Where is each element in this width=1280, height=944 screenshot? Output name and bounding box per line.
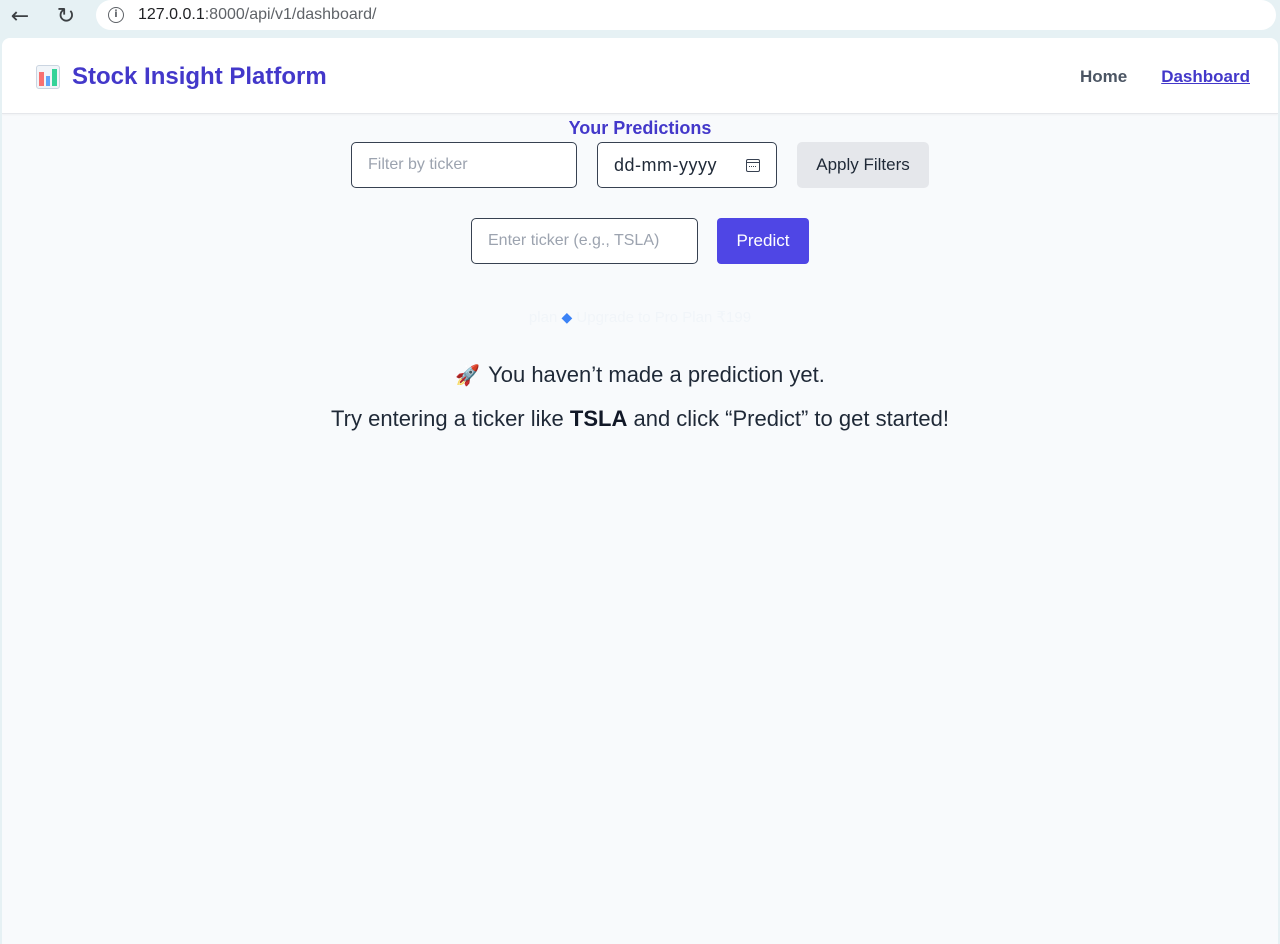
reload-icon[interactable]: ↻ xyxy=(52,2,80,30)
hint-after: and click “Predict” to get started! xyxy=(633,406,949,431)
brand[interactable]: Stock Insight Platform xyxy=(36,63,327,91)
upgrade-banner[interactable]: plan ◆ Upgrade to Pro Plan ₹199 xyxy=(2,308,1278,326)
empty-state-text: You haven’t made a prediction yet. xyxy=(488,362,825,387)
rocket-icon: 🚀 xyxy=(455,363,481,387)
predict-button[interactable]: Predict xyxy=(717,218,809,264)
date-filter-field[interactable]: dd-mm-yyyy xyxy=(597,142,777,188)
date-placeholder: dd-mm-yyyy xyxy=(614,154,717,175)
site-info-icon[interactable]: i xyxy=(108,7,124,23)
predict-ticker-field[interactable] xyxy=(471,218,698,264)
brand-title: Stock Insight Platform xyxy=(72,63,327,90)
address-bar[interactable]: i 127.0.0.1:8000/api/v1/dashboard/ xyxy=(96,0,1276,30)
nav-home-link[interactable]: Home xyxy=(1080,67,1127,87)
top-navbar: Stock Insight Platform Home Dashboard xyxy=(2,38,1278,114)
url-text: 127.0.0.1:8000/api/v1/dashboard/ xyxy=(138,6,376,24)
apply-filters-button[interactable]: Apply Filters xyxy=(797,142,929,188)
page-viewport: Stock Insight Platform Home Dashboard Yo… xyxy=(2,38,1278,944)
url-host: 127.0.0.1 xyxy=(138,6,205,23)
url-path: :8000/api/v1/dashboard/ xyxy=(204,6,377,23)
hint-before: Try entering a ticker like xyxy=(331,406,564,431)
calendar-icon[interactable] xyxy=(746,158,760,172)
empty-state-hint: Try entering a ticker like TSLA and clic… xyxy=(2,406,1278,432)
predict-ticker-input[interactable] xyxy=(488,232,697,250)
bar-chart-icon xyxy=(36,65,60,89)
hint-ticker: TSLA xyxy=(569,406,628,431)
empty-state-message: 🚀 You haven’t made a prediction yet. xyxy=(2,362,1278,388)
gem-icon: ◆ xyxy=(561,310,573,326)
predictions-heading: Your Predictions xyxy=(568,118,712,138)
nav-links: Home Dashboard xyxy=(1080,67,1250,87)
back-arrow-icon[interactable]: ← xyxy=(6,2,34,30)
plan-label: plan xyxy=(528,309,558,326)
filter-ticker-input[interactable] xyxy=(368,156,576,174)
nav-dashboard-link[interactable]: Dashboard xyxy=(1161,67,1250,87)
browser-toolbar: ← ↻ i 127.0.0.1:8000/api/v1/dashboard/ xyxy=(0,0,1280,34)
upgrade-text: Upgrade to Pro Plan ₹199 xyxy=(576,309,752,326)
filter-ticker-field[interactable] xyxy=(351,142,577,188)
